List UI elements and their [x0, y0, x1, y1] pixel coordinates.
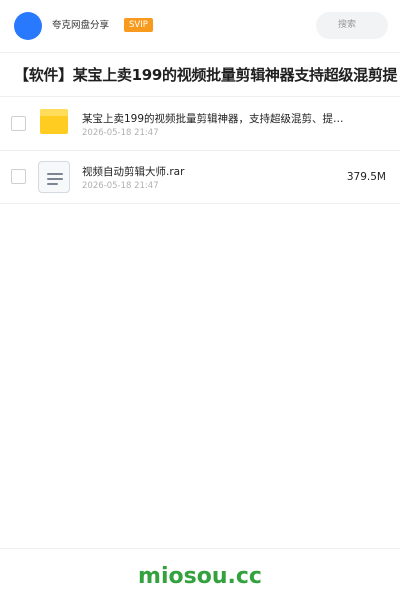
- avatar[interactable]: [14, 12, 42, 40]
- document-icon: [38, 161, 70, 193]
- top-header: 夸克网盘分享 SVIP 搜索: [0, 0, 400, 53]
- document-line: [47, 183, 58, 185]
- footer-logo[interactable]: miosou.cc: [0, 564, 400, 590]
- file-row[interactable]: 视频自动剪辑大师.rar 2026-05-18 21:47 379.5M: [0, 150, 400, 204]
- document-line: [47, 178, 63, 180]
- brand-label: 夸克网盘分享: [52, 20, 110, 31]
- page-title: 【软件】某宝上卖199的视频批量剪辑神器支持超级混剪提: [14, 66, 398, 84]
- file-date: 2026-05-18 21:47: [82, 128, 159, 138]
- share-page: 夸克网盘分享 SVIP 搜索 【软件】某宝上卖199的视频批量剪辑神器支持超级混…: [0, 0, 400, 600]
- file-size: 379.5M: [346, 171, 386, 183]
- document-line: [47, 173, 63, 175]
- document-shape: [38, 161, 70, 193]
- file-name[interactable]: 视频自动剪辑大师.rar: [82, 165, 357, 179]
- search-button[interactable]: 搜索: [316, 12, 388, 39]
- file-date: 2026-05-18 21:47: [82, 181, 159, 191]
- folder-shape: [40, 109, 68, 134]
- file-row[interactable]: 某宝上卖199的视频批量剪辑神器，支持超级混剪、提… 2026-05-18 21…: [0, 97, 400, 151]
- footer: miosou.cc: [0, 548, 400, 600]
- svip-badge: SVIP: [124, 18, 153, 32]
- share-title-bar: 【软件】某宝上卖199的视频批量剪辑神器支持超级混剪提: [0, 53, 400, 97]
- row-checkbox[interactable]: [11, 169, 26, 184]
- folder-icon: [38, 108, 70, 140]
- row-checkbox[interactable]: [11, 116, 26, 131]
- file-name[interactable]: 某宝上卖199的视频批量剪辑神器，支持超级混剪、提…: [82, 112, 357, 126]
